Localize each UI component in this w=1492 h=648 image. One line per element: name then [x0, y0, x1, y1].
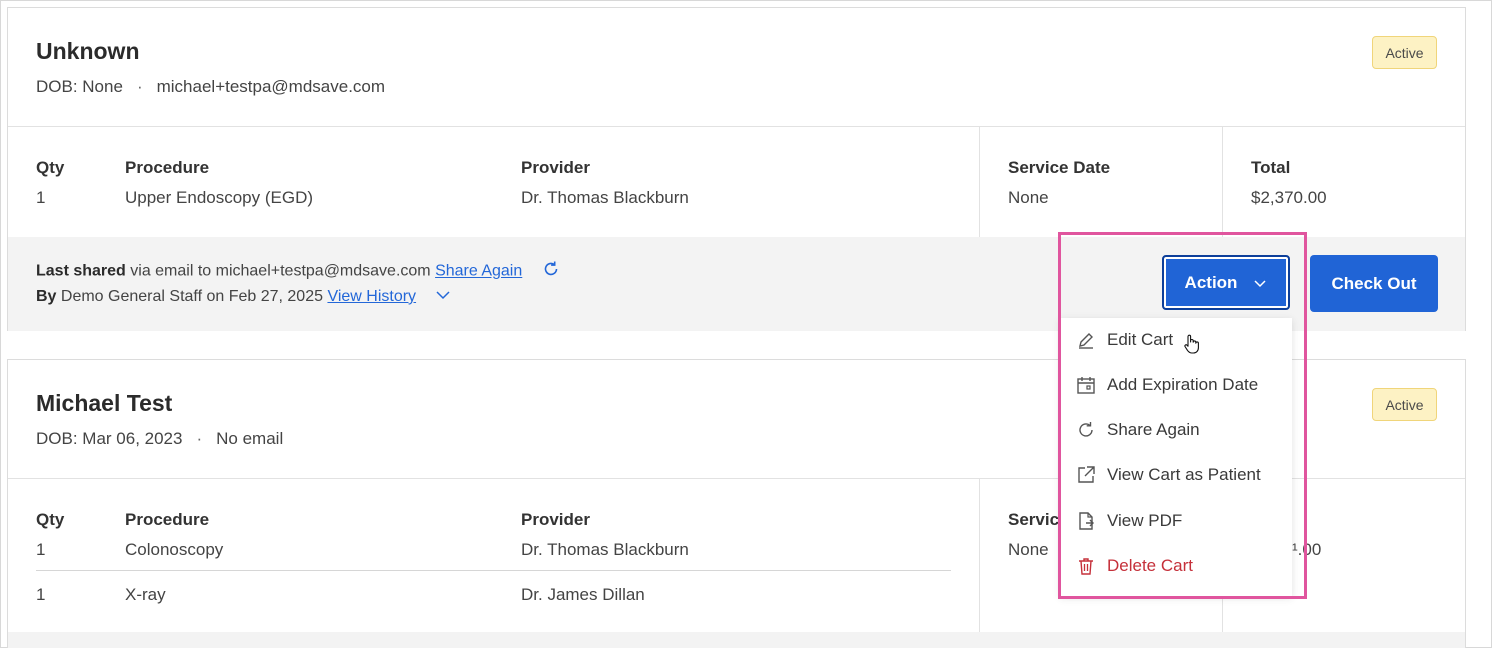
status-badge: Active	[1372, 36, 1437, 69]
item-procedure: Colonoscopy	[125, 540, 224, 559]
service-date-value: None	[1008, 540, 1049, 559]
item-qty: 1	[36, 585, 46, 604]
last-shared-text: via email to michael+testpa@mdsave.com	[125, 262, 436, 280]
total-header: Total	[1251, 158, 1291, 177]
menu-item-edit-cart[interactable]: Edit Cart	[1075, 320, 1173, 360]
menu-item-label: View Cart as Patient	[1107, 465, 1261, 484]
trash-icon	[1079, 558, 1093, 575]
procedure-header: Procedure	[125, 158, 210, 177]
chevron-down-icon[interactable]	[435, 288, 451, 306]
cart-card-unknown: Unknown DOB: None · michael+testpa@mdsave.…	[7, 7, 1466, 331]
patient-name: Unknown	[36, 38, 140, 64]
refresh-icon[interactable]	[541, 259, 561, 284]
share-bar: Last shared via email to michael+testpa@…	[8, 237, 1465, 331]
total-value: ¹.00	[1292, 540, 1322, 559]
item-qty: 1	[36, 188, 46, 207]
patient-name: Michael Test	[36, 390, 173, 416]
external-link-icon	[1078, 466, 1095, 483]
calendar-icon	[1077, 377, 1095, 394]
provider-header: Provider	[521, 158, 590, 177]
refresh-icon	[1079, 422, 1093, 437]
total-value: $2,370.00	[1251, 188, 1327, 207]
pdf-file-icon	[1079, 512, 1094, 530]
patient-dob: DOB: None	[36, 77, 123, 96]
shared-by-label: By	[36, 288, 57, 306]
menu-item-label: Delete Cart	[1107, 556, 1193, 575]
patient-email: No email	[216, 429, 284, 448]
patient-meta: DOB: None · michael+testpa@mdsave.com	[36, 77, 386, 96]
action-menu: Edit Cart Add Expiration Date Share Agai…	[1060, 318, 1292, 596]
patient-email: michael+testpa@mdsave.com	[156, 77, 386, 96]
qty-header: Qty	[36, 158, 65, 177]
menu-item-label: Add Expiration Date	[1107, 375, 1259, 394]
menu-item-label: View PDF	[1107, 511, 1183, 530]
check-out-button[interactable]: Check Out	[1310, 255, 1438, 312]
column-divider	[1222, 126, 1223, 237]
divider	[8, 126, 1465, 127]
item-provider: Dr. Thomas Blackburn	[521, 540, 689, 559]
patient-meta: DOB: Mar 06, 2023 · No email	[36, 429, 284, 448]
share-bar	[8, 632, 1465, 648]
service-date-header: Service Date	[1008, 158, 1111, 177]
action-button[interactable]: Action	[1162, 255, 1290, 310]
item-provider: Dr. James Dillan	[521, 585, 645, 604]
menu-item-delete-cart[interactable]: Delete Cart	[1075, 546, 1193, 586]
status-badge: Active	[1372, 388, 1437, 421]
service-date-value: None	[1008, 188, 1049, 207]
item-provider: Dr. Thomas Blackburn	[521, 188, 689, 207]
view-history-link[interactable]: View History	[327, 288, 416, 305]
shared-by-text: Demo General Staff on Feb 27, 2025	[56, 288, 328, 306]
menu-item-view-cart-as-patient[interactable]: View Cart as Patient	[1075, 455, 1261, 495]
menu-item-add-expiration-date[interactable]: Add Expiration Date	[1075, 365, 1258, 405]
procedure-header: Procedure	[125, 510, 210, 529]
menu-item-label: Share Again	[1107, 420, 1200, 439]
chevron-down-icon	[1253, 273, 1267, 293]
service-date-header: Servic	[1008, 510, 1060, 529]
item-divider	[36, 570, 951, 571]
hand-cursor-icon	[1182, 333, 1202, 360]
menu-item-label: Edit Cart	[1107, 330, 1174, 349]
item-procedure: Upper Endoscopy (EGD)	[125, 188, 314, 207]
patient-dob: DOB: Mar 06, 2023	[36, 429, 183, 448]
item-procedure: X-ray	[125, 585, 166, 604]
menu-item-view-pdf[interactable]: View PDF	[1075, 501, 1182, 541]
last-shared-label: Last shared	[36, 262, 126, 280]
shared-by-line: By Demo General Staff on Feb 27, 2025 Vi…	[36, 288, 451, 306]
column-divider	[979, 126, 980, 237]
item-qty: 1	[36, 540, 46, 559]
action-button-label: Action	[1184, 272, 1238, 292]
pencil-icon	[1079, 333, 1093, 349]
last-shared-line: Last shared via email to michael+testpa@…	[36, 259, 561, 284]
column-divider	[979, 478, 980, 638]
menu-item-share-again[interactable]: Share Again	[1075, 410, 1200, 450]
share-again-link[interactable]: Share Again	[435, 263, 522, 280]
provider-header: Provider	[521, 510, 590, 529]
qty-header: Qty	[36, 510, 65, 529]
